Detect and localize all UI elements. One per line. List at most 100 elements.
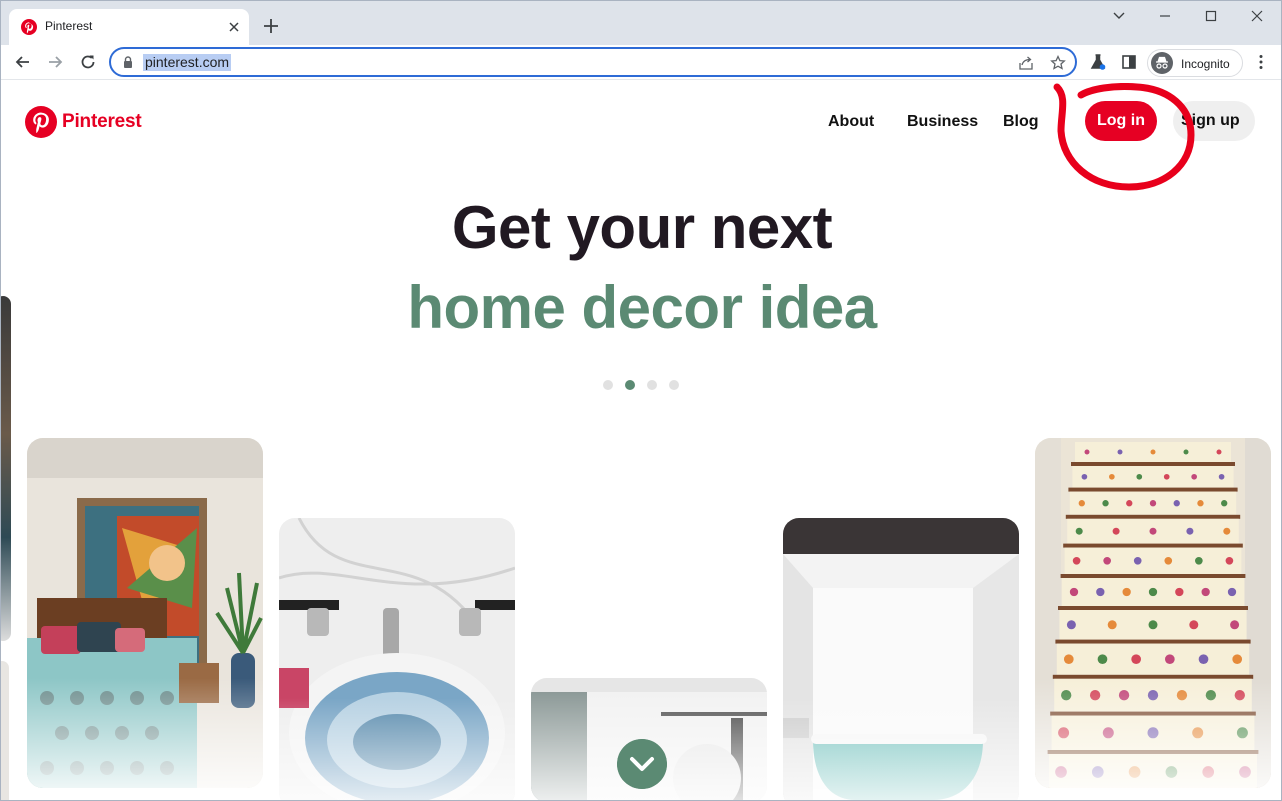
stair-tread	[1065, 514, 1241, 519]
carousel-dot-2[interactable]	[625, 380, 635, 390]
minimize-icon[interactable]	[1145, 5, 1185, 27]
new-tab-icon[interactable]	[261, 16, 281, 36]
carousel-dots	[603, 380, 679, 392]
flower-motif	[1149, 527, 1157, 535]
flower-motif	[1150, 449, 1156, 455]
flower-motif	[1133, 556, 1142, 565]
nav-about-link[interactable]: About	[828, 113, 874, 131]
stair-tread	[1068, 487, 1238, 492]
lock-icon[interactable]	[121, 55, 135, 69]
flower-motif	[1148, 620, 1158, 630]
url-text[interactable]: pinterest.com	[143, 54, 232, 71]
incognito-label: Incognito	[1181, 57, 1230, 71]
incognito-profile-chip[interactable]: Incognito	[1147, 49, 1243, 77]
pin-fade-overlay	[279, 698, 515, 800]
carousel-dot-1[interactable]	[603, 380, 613, 390]
flower-motif	[1183, 449, 1189, 455]
flower-motif	[1126, 500, 1133, 507]
flower-motif	[1195, 556, 1203, 565]
flower-motif	[1186, 527, 1194, 535]
close-tab-icon[interactable]	[225, 18, 243, 36]
flower-motif	[1232, 654, 1243, 665]
flower-motif	[1227, 587, 1237, 597]
flower-motif	[1109, 473, 1115, 480]
flower-motif	[1122, 587, 1131, 597]
flower-motif	[1096, 587, 1105, 597]
stair-tread	[1063, 543, 1243, 548]
flower-motif	[1221, 500, 1228, 507]
stair-tread	[1058, 606, 1248, 610]
stair-riser	[1072, 466, 1234, 488]
flower-motif	[1189, 620, 1199, 630]
pinterest-logo-icon	[25, 106, 57, 138]
partial-pin-image-left-lower	[1, 661, 9, 800]
headline-line-2: home decor idea	[407, 274, 877, 341]
flower-motif	[1230, 620, 1240, 630]
flower-motif	[1148, 587, 1158, 597]
tab-title: Pinterest	[45, 19, 93, 33]
incognito-icon	[1151, 52, 1173, 74]
pin-image-bedroom[interactable]	[27, 438, 263, 788]
partial-pin-image-left	[1, 296, 11, 641]
flower-motif	[1081, 473, 1088, 480]
flower-motif	[1223, 527, 1231, 535]
headline-line-1: Get your next	[451, 194, 833, 261]
stair-tread	[1055, 639, 1251, 644]
close-window-icon[interactable]	[1237, 5, 1277, 27]
nav-business-link[interactable]: Business	[907, 113, 978, 131]
share-icon[interactable]	[1017, 54, 1035, 72]
scroll-down-chevron-icon[interactable]	[617, 739, 667, 789]
address-bar[interactable]: pinterest.com	[109, 47, 1077, 77]
carousel-dot-4[interactable]	[669, 380, 679, 390]
flower-motif	[1117, 449, 1123, 455]
flower-motif	[1097, 654, 1108, 665]
pinterest-page: Pinterest About Business Blog Log in Sig…	[1, 81, 1281, 800]
flower-motif	[1218, 473, 1225, 480]
flower-motif	[1063, 654, 1074, 665]
flower-motif	[1066, 620, 1076, 630]
flower-motif	[1225, 556, 1234, 565]
flower-motif	[1163, 473, 1170, 480]
carousel-dot-3[interactable]	[647, 380, 657, 390]
pinterest-logo-text: Pinterest	[62, 111, 142, 132]
flower-motif	[1136, 473, 1143, 480]
tab-search-chevron-down-icon[interactable]	[1099, 5, 1139, 27]
side-panel-icon[interactable]	[1119, 52, 1139, 72]
bookmark-star-icon[interactable]	[1049, 54, 1067, 72]
flower-motif	[1072, 556, 1081, 565]
pin-fade-overlay	[783, 698, 1019, 800]
flower-motif	[1198, 654, 1209, 665]
flower-motif	[1078, 500, 1085, 507]
reload-icon[interactable]	[78, 52, 98, 72]
browser-toolbar: pinterest.com Incognito	[1, 45, 1281, 80]
pin-image-bathroom[interactable]	[783, 518, 1019, 800]
pin-image-marble-sink[interactable]	[279, 518, 515, 800]
flower-motif	[1191, 473, 1197, 480]
tab-strip: Pinterest	[1, 1, 1281, 45]
flower-motif	[1197, 500, 1204, 507]
flower-motif	[1084, 449, 1090, 455]
pin-image-floral-stairs[interactable]	[1035, 438, 1271, 788]
flower-motif	[1112, 527, 1120, 535]
pin-fade-overlay	[27, 678, 263, 788]
more-menu-icon[interactable]	[1251, 52, 1271, 72]
stair-riser	[1056, 643, 1250, 675]
labs-flask-icon[interactable]	[1088, 52, 1108, 72]
flower-motif	[1131, 654, 1141, 665]
stair-tread	[1071, 462, 1235, 466]
flower-motif	[1164, 556, 1173, 565]
flower-motif	[1075, 527, 1083, 535]
tab-pinterest[interactable]: Pinterest	[9, 9, 249, 45]
pin-fade-overlay	[1035, 678, 1271, 788]
flower-motif	[1069, 587, 1079, 597]
flower-motif	[1173, 500, 1180, 507]
forward-arrow-icon[interactable]	[45, 52, 65, 72]
nav-blog-link[interactable]: Blog	[1003, 113, 1039, 131]
maximize-icon[interactable]	[1191, 5, 1231, 27]
stair-tread	[1060, 574, 1246, 578]
stair-riser	[1064, 547, 1242, 574]
flower-motif	[1165, 654, 1175, 665]
pinterest-logo[interactable]: Pinterest	[25, 105, 142, 139]
flower-motif	[1201, 587, 1210, 597]
back-arrow-icon[interactable]	[13, 52, 33, 72]
